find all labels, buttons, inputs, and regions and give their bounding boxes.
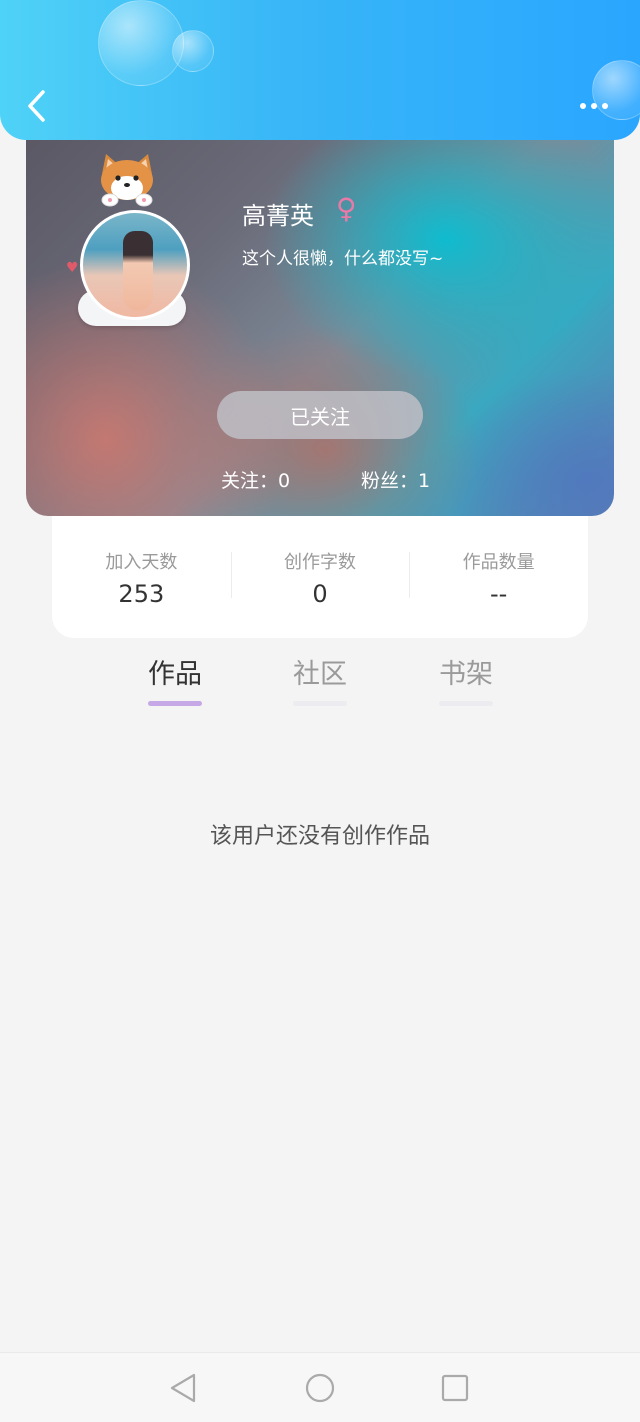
stat-value: 0: [312, 580, 328, 608]
stat-value: 253: [118, 580, 165, 608]
heart-icon: ♥: [66, 260, 79, 276]
stat-label: 作品数量: [462, 552, 535, 573]
stats-card: 加入天数 253 创作字数 0 作品数量 --: [52, 516, 588, 638]
avatar-photo: [80, 210, 190, 320]
system-nav-bar: [0, 1352, 640, 1422]
username: 高菁英: [242, 202, 314, 230]
decor-bubble: [98, 0, 184, 86]
triangle-back-icon: [170, 1373, 196, 1403]
nav-back-button[interactable]: [166, 1371, 200, 1405]
empty-state-message: 该用户还没有创作作品: [209, 824, 430, 849]
tab-indicator: [439, 701, 493, 706]
tab-indicator: [148, 701, 202, 706]
stat-label: 创作字数: [284, 552, 356, 573]
tab-label: 书架: [439, 659, 493, 690]
female-gender-icon: ♀: [336, 192, 357, 225]
decor-bubble: [172, 30, 214, 72]
more-dots-icon: [591, 103, 597, 109]
tab-bar: 作品 社区 书架: [0, 652, 640, 722]
user-bio: 这个人很懒，什么都没写~: [242, 249, 444, 269]
nav-recent-button[interactable]: [438, 1371, 472, 1405]
profile-card: ♥ 高菁英 ♀ 这个人很懒，什么都没写~ 已关注 关注：0 粉丝：1: [26, 120, 614, 516]
fans-count[interactable]: 粉丝：1: [361, 466, 430, 493]
tab-bookshelf[interactable]: 书架: [416, 652, 516, 706]
stat-works-count: 作品数量 --: [409, 546, 588, 608]
follow-button[interactable]: 已关注: [217, 391, 423, 439]
avatar[interactable]: ♥: [66, 150, 204, 330]
circle-home-icon: [305, 1373, 335, 1403]
square-recent-icon: [441, 1374, 469, 1402]
nav-home-button[interactable]: [303, 1371, 337, 1405]
tab-indicator: [293, 701, 347, 706]
tab-label: 社区: [293, 659, 347, 690]
more-dots-icon: [580, 103, 586, 109]
tab-community[interactable]: 社区: [270, 652, 370, 706]
tab-works[interactable]: 作品: [125, 652, 225, 706]
header-bar: [0, 0, 640, 140]
corgi-frame-icon: [101, 154, 153, 207]
back-button[interactable]: [16, 84, 56, 128]
more-button[interactable]: [570, 90, 618, 122]
stat-word-count: 创作字数 0: [230, 546, 410, 608]
tab-label: 作品: [148, 659, 202, 690]
following-count[interactable]: 关注：0: [221, 466, 290, 493]
chevron-left-icon: [28, 90, 45, 122]
more-dots-icon: [602, 103, 608, 109]
stat-join-days: 加入天数 253: [52, 546, 231, 608]
stat-label: 加入天数: [105, 552, 178, 573]
stat-value: --: [490, 580, 508, 608]
